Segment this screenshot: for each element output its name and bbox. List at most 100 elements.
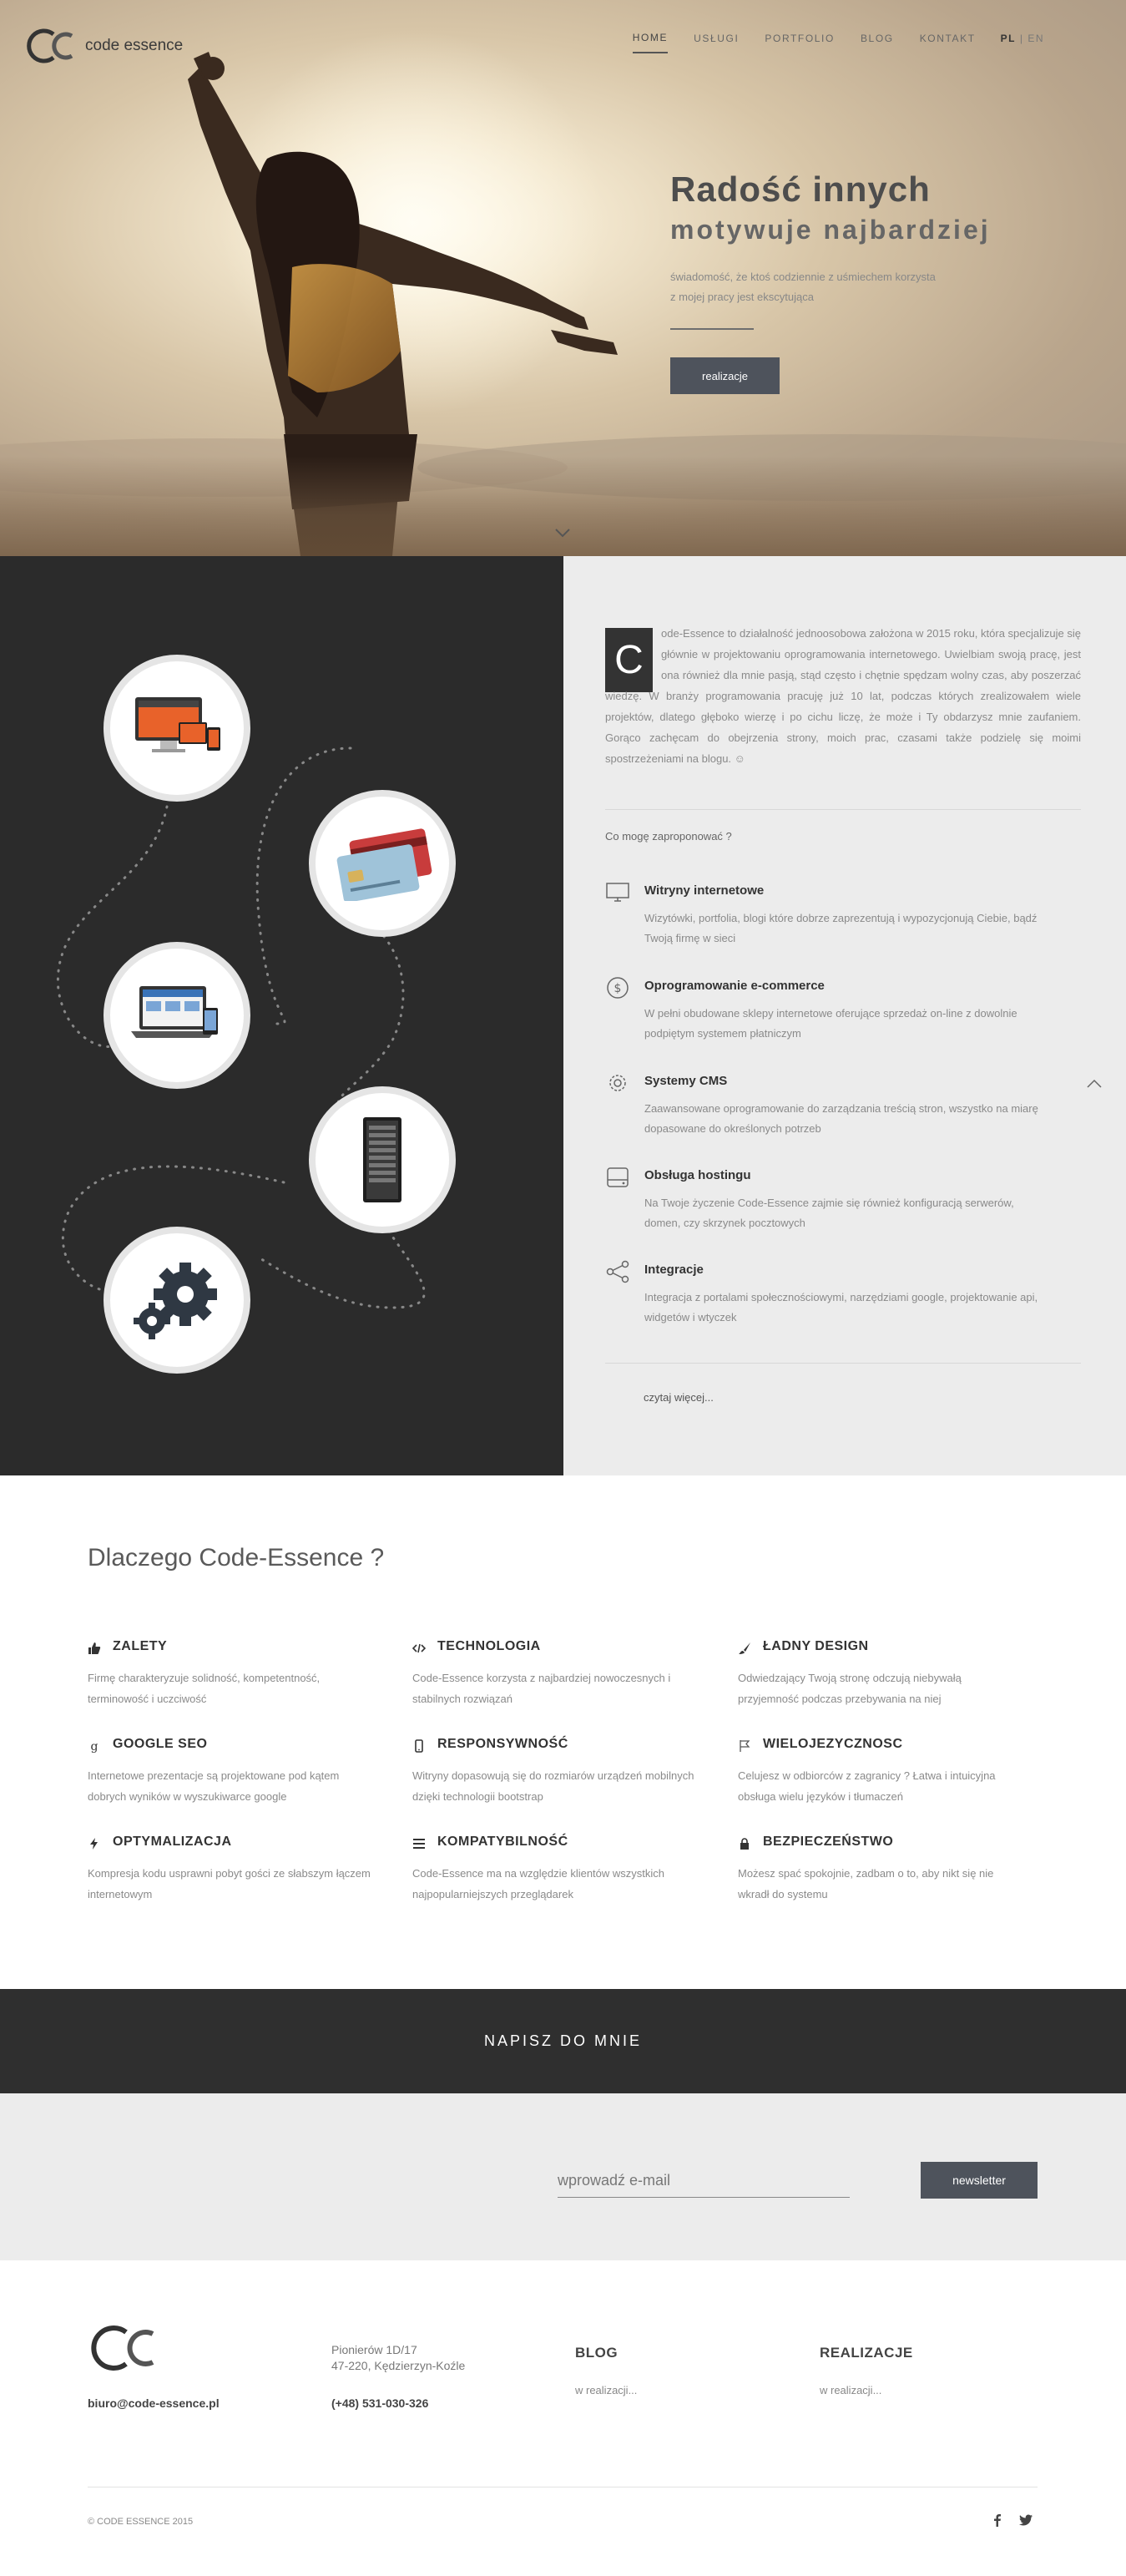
lock-icon	[740, 1838, 749, 1850]
feature-text: Internetowe prezentacje są projektowane …	[88, 1769, 340, 1803]
feature-text: Code-Essence korzysta z najbardziej nowo…	[412, 1672, 671, 1705]
gear-icon	[609, 1075, 626, 1091]
service-text: Zaawansowane oprogramowanie do zarządzan…	[644, 1102, 1038, 1135]
bolt-icon	[90, 1838, 98, 1850]
list-icon	[413, 1839, 425, 1849]
svg-text:$: $	[614, 982, 622, 995]
footer-phone[interactable]: (+48) 531-030-326	[331, 2396, 428, 2410]
service-text: W pełni obudowane sklepy internetowe ofe…	[644, 1007, 1017, 1040]
laptop-devices-icon	[131, 986, 218, 1038]
server-rack-icon	[363, 1117, 401, 1202]
feature-text: Odwiedzający Twoją stronę odczują niebyw…	[738, 1672, 962, 1705]
footer-realizacje-title: REALIZACJE	[820, 2345, 913, 2361]
gears-icon	[134, 1263, 217, 1339]
footer-realizacje-link[interactable]: w realizacji...	[820, 2384, 881, 2396]
hard-drive-icon	[607, 1167, 629, 1187]
facebook-icon[interactable]	[990, 2513, 1005, 2528]
feature-title: GOOGLE SEO	[113, 1737, 208, 1751]
brush-icon	[739, 1642, 750, 1654]
newsletter-button[interactable]: newsletter	[921, 2162, 1038, 2199]
feature-title: OPTYMALIZACJA	[113, 1835, 232, 1849]
nav-home[interactable]: HOME	[632, 32, 669, 53]
service-text: Integracja z portalami społecznościowymi…	[644, 1291, 1038, 1323]
logo[interactable]: code essence	[25, 28, 183, 64]
footer: biuro@code-essence.pl Pionierów 1D/17 47…	[0, 2260, 1126, 2576]
nav-blog[interactable]: BLOG	[861, 33, 894, 53]
service-websites: Witryny internetowe Wizytówki, portfolia…	[605, 880, 1081, 964]
feature-title: WIELOJEZYCZNOSC	[763, 1737, 903, 1751]
nav-uslugi[interactable]: USŁUGI	[694, 33, 739, 53]
feature-title: RESPONSYWNOŚĆ	[437, 1737, 568, 1751]
address-line: Pionierów 1D/17	[331, 2343, 417, 2356]
service-title: Witryny internetowe	[644, 883, 765, 898]
service-title: Integracje	[644, 1263, 704, 1277]
feature-text: Code-Essence ma na względzie klientów ws…	[412, 1867, 665, 1900]
logo-text: code essence	[85, 37, 184, 54]
feature-text: Kompresja kodu usprawni pobyt gości ze s…	[88, 1867, 371, 1900]
feature-title: ŁADNY DESIGN	[763, 1639, 869, 1653]
footer-blog-title: BLOG	[575, 2345, 619, 2361]
feature-text: Firmę charakteryzuje solidność, kompeten…	[88, 1672, 321, 1705]
feature-title: TECHNOLOGIA	[437, 1639, 541, 1653]
lang-separator: |	[1019, 33, 1024, 44]
hero-text: świadomość, że ktoś codziennie z uśmiech…	[670, 271, 936, 303]
services-illustration-panel	[0, 556, 563, 1475]
svg-text:g: g	[91, 1740, 98, 1753]
email-input[interactable]	[558, 2164, 850, 2198]
footer-email[interactable]: biuro@code-essence.pl	[88, 2396, 220, 2410]
feature-title: BEZPIECZEŃSTWO	[763, 1835, 894, 1849]
feature-text: Celujesz w odbiorców z zagranicy ? Łatwa…	[738, 1769, 996, 1803]
service-integrations: Integracje Integracja z portalami społec…	[605, 1259, 1081, 1343]
thumbs-up-icon	[88, 1642, 101, 1654]
why-title: Dlaczego Code-Essence ?	[88, 1544, 385, 1571]
credit-cards-icon	[336, 828, 432, 901]
monitor-icon	[606, 883, 629, 902]
feature-text: Witryny dopasowują się do rozmiarów urzą…	[412, 1769, 694, 1803]
service-text: Wizytówki, portfolia, blogi które dobrze…	[644, 912, 1038, 944]
read-more-link[interactable]: czytaj więcej...	[644, 1391, 714, 1404]
contact-title: NAPISZ DO MNIE	[483, 2032, 642, 2049]
logo-icon	[27, 28, 73, 63]
footer-address: Pionierów 1D/17 47-220, Kędzierzyn-Koźle	[331, 2342, 465, 2374]
language-switch: PL | EN	[1001, 33, 1044, 53]
about-panel: C ode-Essence to działalność jednoosobow…	[563, 556, 1126, 1475]
responsive-devices-icon	[135, 697, 220, 752]
scroll-down-icon[interactable]	[554, 528, 571, 538]
footer-logo-icon[interactable]	[88, 2324, 163, 2372]
nav-portfolio[interactable]: PORTFOLIO	[765, 33, 835, 53]
newsletter-section: newsletter	[0, 2093, 1126, 2260]
service-title: Obsługa hostingu	[644, 1168, 751, 1182]
lang-pl[interactable]: PL	[1001, 33, 1016, 44]
twitter-icon[interactable]	[1018, 2513, 1033, 2528]
circle-ecommerce	[309, 790, 456, 937]
divider	[605, 809, 1081, 810]
service-hosting: Obsługa hostingu Na Twoje życzenie Code-…	[605, 1165, 1081, 1248]
horizon	[0, 456, 1126, 556]
dotted-path	[56, 746, 426, 1309]
copyright: © CODE ESSENCE 2015	[88, 2517, 194, 2527]
main-nav: HOME USŁUGI PORTFOLIO BLOG KONTAKT PL | …	[607, 32, 1044, 53]
feature-title: ZALETY	[113, 1639, 168, 1653]
service-title: Systemy CMS	[644, 1074, 728, 1088]
address-line: 47-220, Kędzierzyn-Koźle	[331, 2359, 466, 2372]
circle-cms	[104, 942, 250, 1089]
service-cms: Systemy CMS Zaawansowane oprogramowanie …	[605, 1070, 1081, 1154]
circle-integrations	[104, 1227, 250, 1374]
hero-title: Radość innych	[670, 170, 931, 209]
dollar-icon: $	[607, 977, 629, 999]
flag-icon	[740, 1740, 750, 1752]
contact-banner[interactable]: NAPISZ DO MNIE	[0, 1989, 1126, 2093]
lang-en[interactable]: EN	[1028, 33, 1044, 44]
realizacje-button[interactable]: realizacje	[670, 357, 780, 394]
feature-text: Możesz spać spokojnie, zadbam o to, aby …	[738, 1867, 994, 1900]
feature-title: KOMPATYBILNOŚĆ	[437, 1835, 568, 1849]
mobile-icon	[415, 1739, 423, 1753]
chevron-up-icon[interactable]	[1086, 1079, 1103, 1089]
nav-kontakt[interactable]: KONTAKT	[920, 33, 976, 53]
circle-websites	[104, 655, 250, 802]
google-icon: g	[91, 1740, 98, 1753]
share-icon	[606, 1260, 629, 1283]
circle-hosting	[309, 1086, 456, 1233]
footer-blog-link[interactable]: w realizacji...	[575, 2384, 637, 2396]
divider	[605, 1363, 1081, 1364]
